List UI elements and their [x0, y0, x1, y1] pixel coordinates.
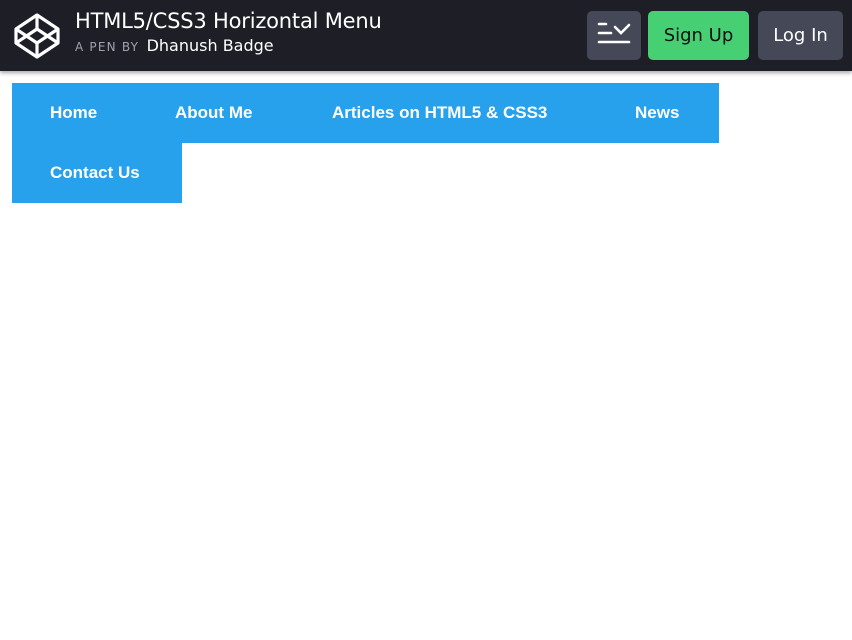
top-bar: HTML5/CSS3 Horizontal Menu A PEN BY Dhan… [0, 0, 852, 71]
byline-prefix: A PEN BY [75, 40, 140, 54]
menu-item-about-me[interactable]: About Me [137, 83, 294, 143]
pen-details-button[interactable] [587, 11, 641, 60]
menu-row: Home About Me Articles on HTML5 & CSS3 N… [12, 83, 719, 143]
menu-item-contact-us[interactable]: Contact Us [12, 143, 182, 203]
byline: A PEN BY Dhanush Badge [75, 35, 382, 58]
author-link[interactable]: Dhanush Badge [147, 36, 274, 55]
log-in-button[interactable]: Log In [758, 11, 843, 60]
sign-up-button[interactable]: Sign Up [648, 11, 749, 60]
menu-item-home[interactable]: Home [12, 83, 137, 143]
list-check-icon [597, 21, 631, 50]
menu-row: Contact Us [12, 143, 719, 203]
horizontal-menu: Home About Me Articles on HTML5 & CSS3 N… [12, 83, 719, 203]
menu-item-news[interactable]: News [597, 83, 719, 143]
codepen-logo-icon[interactable] [13, 12, 61, 60]
menu-item-articles[interactable]: Articles on HTML5 & CSS3 [294, 83, 597, 143]
pen-info: HTML5/CSS3 Horizontal Menu A PEN BY Dhan… [75, 8, 382, 58]
pen-title: HTML5/CSS3 Horizontal Menu [75, 9, 382, 33]
